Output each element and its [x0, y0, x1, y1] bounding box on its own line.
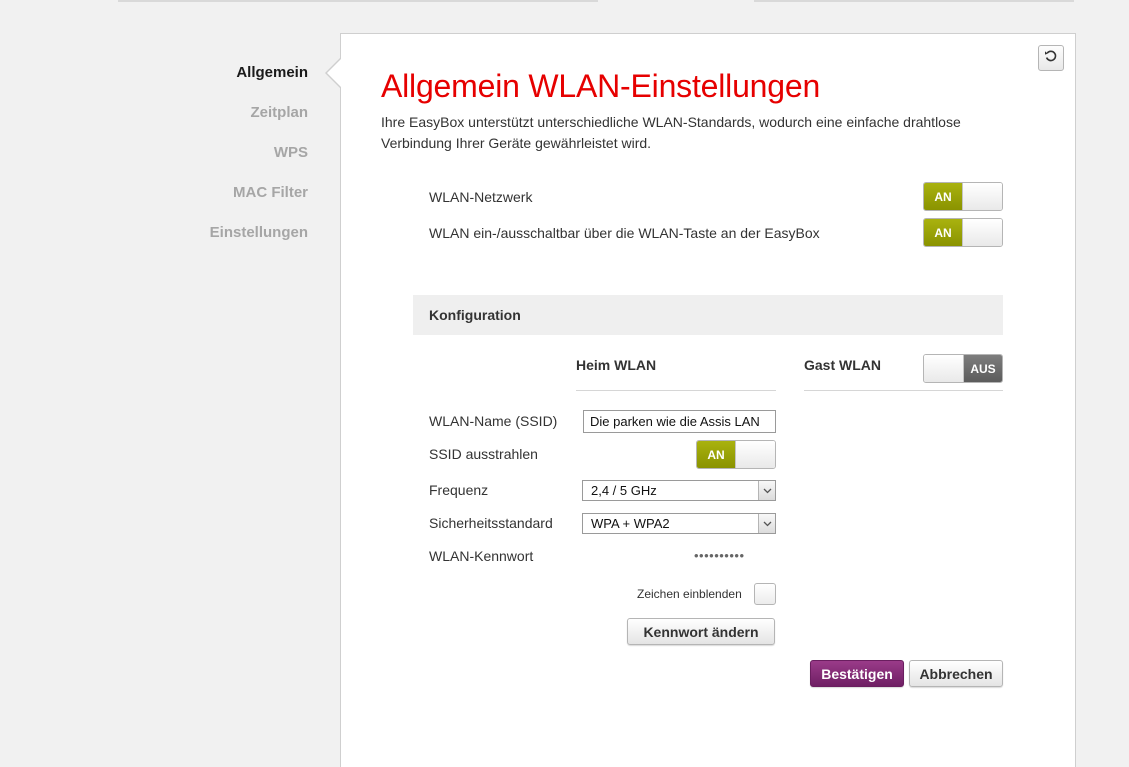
- chevron-down-icon: [758, 481, 775, 500]
- page-title: Allgemein WLAN-Einstellungen: [381, 68, 821, 104]
- wlan-network-label: WLAN-Netzwerk: [429, 189, 533, 205]
- show-characters-label: Zeichen einblenden: [637, 587, 742, 601]
- home-wlan-divider: [576, 390, 776, 391]
- ssid-broadcast-toggle[interactable]: AN: [696, 440, 776, 469]
- guest-wlan-toggle[interactable]: AUS: [923, 354, 1003, 383]
- sidebar-item-wps[interactable]: WPS: [150, 138, 308, 178]
- ssid-input[interactable]: [583, 410, 776, 433]
- frequency-select[interactable]: 2,4 / 5 GHz: [582, 480, 776, 501]
- toggle-on-label: AN: [697, 441, 735, 468]
- show-characters-checkbox[interactable]: [754, 583, 776, 605]
- toggle-knob: [735, 441, 775, 468]
- toggle-knob: [962, 219, 1002, 246]
- frequency-value: 2,4 / 5 GHz: [591, 483, 657, 498]
- sidebar-item-zeitplan[interactable]: Zeitplan: [150, 98, 308, 138]
- home-wlan-heading: Heim WLAN: [576, 357, 657, 373]
- password-masked-value: ••••••••••: [694, 548, 745, 563]
- frequency-label: Frequenz: [429, 482, 489, 498]
- toggle-on-label: AN: [924, 183, 962, 210]
- sidebar-item-mac-filter[interactable]: MAC Filter: [150, 178, 308, 218]
- configuration-header: Konfiguration: [413, 295, 1003, 335]
- change-password-button[interactable]: Kennwort ändern: [627, 618, 775, 645]
- top-divider-left: [118, 0, 598, 2]
- security-label: Sicherheitsstandard: [429, 515, 553, 531]
- toggle-knob: [924, 355, 964, 382]
- sidebar-item-einstellungen[interactable]: Einstellungen: [150, 218, 308, 258]
- reset-icon: [1044, 49, 1058, 68]
- sidebar-nav: Allgemein Zeitplan WPS MAC Filter Einste…: [150, 58, 308, 258]
- cancel-button[interactable]: Abbrechen: [909, 660, 1003, 687]
- page-description: Ihre EasyBox unterstützt unterschiedlich…: [381, 114, 961, 151]
- ssid-broadcast-label: SSID ausstrahlen: [429, 446, 538, 462]
- reset-button[interactable]: [1038, 45, 1064, 71]
- sidebar-item-allgemein[interactable]: Allgemein: [150, 58, 308, 98]
- wlan-button-toggle[interactable]: AN: [923, 218, 1003, 247]
- password-label: WLAN-Kennwort: [429, 548, 534, 564]
- ssid-label: WLAN-Name (SSID): [429, 413, 558, 429]
- guest-wlan-divider: [804, 390, 1003, 391]
- wlan-button-label: WLAN ein-/ausschaltbar über die WLAN-Tas…: [429, 225, 820, 241]
- wlan-network-toggle[interactable]: AN: [923, 182, 1003, 211]
- guest-wlan-heading: Gast WLAN: [804, 357, 881, 373]
- chevron-down-icon: [758, 514, 775, 533]
- top-divider-right: [754, 0, 1074, 2]
- security-select[interactable]: WPA + WPA2: [582, 513, 776, 534]
- security-value: WPA + WPA2: [591, 516, 670, 531]
- toggle-off-label: AUS: [964, 355, 1002, 382]
- toggle-knob: [962, 183, 1002, 210]
- toggle-on-label: AN: [924, 219, 962, 246]
- main-panel: Allgemein WLAN-Einstellungen Ihre EasyBo…: [340, 33, 1076, 767]
- panel-pointer: [327, 59, 341, 87]
- confirm-button[interactable]: Bestätigen: [810, 660, 904, 687]
